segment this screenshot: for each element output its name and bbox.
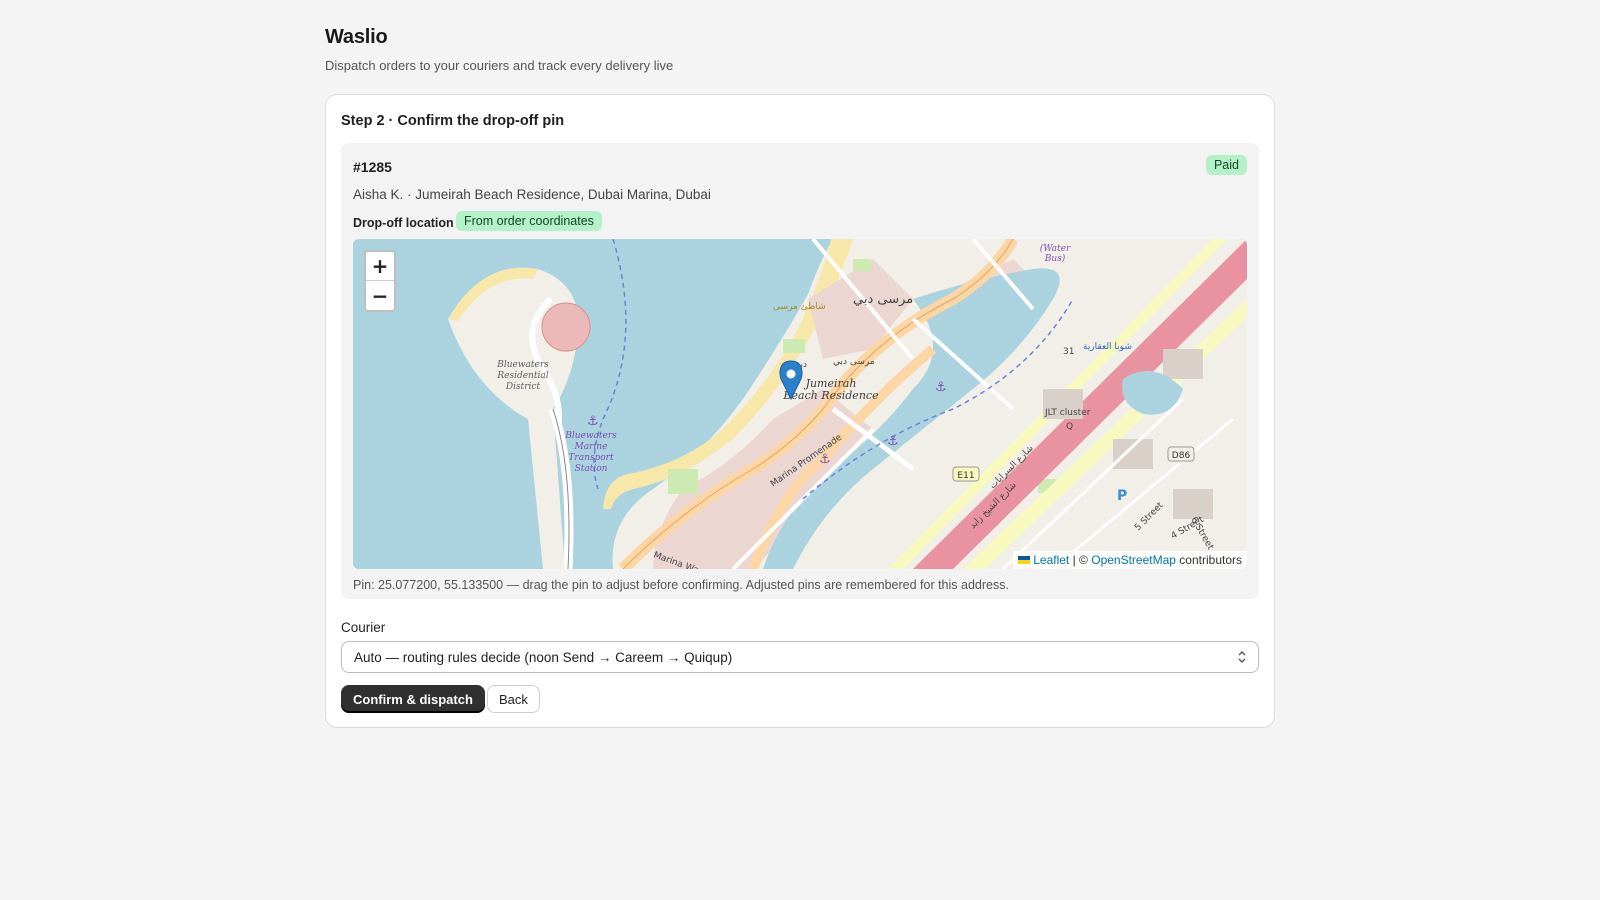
svg-text:مرسى دبي: مرسى دبي: [853, 292, 913, 307]
svg-text:D86: D86: [1172, 451, 1191, 461]
svg-text:Bus): Bus): [1044, 253, 1066, 264]
svg-text:Transport: Transport: [568, 453, 614, 463]
svg-text:Marine: Marine: [574, 442, 608, 452]
svg-text:⚓: ⚓: [887, 434, 899, 449]
status-badge: Paid: [1205, 155, 1247, 175]
zoom-out-button[interactable]: −: [366, 281, 394, 310]
svg-text:⚓: ⚓: [935, 380, 947, 395]
svg-text:Q: Q: [1066, 422, 1073, 432]
zoom-in-button[interactable]: +: [366, 252, 394, 281]
svg-text:Station: Station: [575, 464, 608, 474]
app-subtitle: Dispatch orders to your couriers and tra…: [325, 58, 674, 73]
app-title: Waslio: [325, 26, 388, 48]
parking-icon: P: [1117, 488, 1127, 504]
dispatch-card: Step 2 · Confirm the drop-off pin #1285 …: [325, 94, 1275, 728]
map-tiles[interactable]: Bluewaters Residential District Bluewate…: [353, 239, 1247, 569]
road-shield-e11: E11: [952, 466, 980, 482]
zoom-control: + −: [364, 250, 396, 312]
select-chevron-icon: [1238, 651, 1246, 663]
step-title: Step 2 · Confirm the drop-off pin: [341, 113, 565, 129]
leaflet-link[interactable]: Leaflet: [1033, 553, 1069, 567]
svg-text:31: 31: [1063, 347, 1074, 357]
svg-text:⚓: ⚓: [587, 414, 599, 429]
svg-text:شاطئ مرسى: شاطئ مرسى: [773, 302, 826, 312]
svg-text:Residential: Residential: [496, 371, 548, 381]
svg-text:⚓: ⚓: [819, 452, 831, 467]
svg-text:Bluewaters: Bluewaters: [496, 360, 549, 370]
dropoff-source-badge: From order coordinates: [456, 211, 602, 231]
map-attribution: Leaflet | © OpenStreetMap contributors: [1013, 551, 1247, 569]
courier-select[interactable]: Auto — routing rules decide (noon Send →…: [341, 641, 1259, 673]
svg-text:(Water: (Water: [1040, 243, 1071, 254]
svg-text:Bluewaters: Bluewaters: [564, 431, 617, 441]
courier-selected-value: Auto — routing rules decide (noon Send →…: [354, 649, 733, 665]
osm-link[interactable]: OpenStreetMap: [1091, 553, 1176, 567]
svg-text:E11: E11: [957, 471, 974, 481]
app-header: Waslio Dispatch orders to your couriers …: [325, 26, 673, 73]
svg-text:شوبا العقارية: شوبا العقارية: [1083, 342, 1132, 352]
svg-text:District: District: [505, 382, 541, 392]
svg-text:JLT cluster: JLT cluster: [1044, 408, 1091, 418]
attribution-separator: | ©: [1072, 553, 1088, 567]
courier-label: Courier: [341, 620, 386, 635]
road-shield-d86: D86: [1167, 446, 1195, 462]
dropoff-map[interactable]: Bluewaters Residential District Bluewate…: [353, 239, 1247, 569]
order-id: #1285: [353, 159, 392, 175]
order-summary: #1285 Paid Aisha K. · Jumeirah Beach Res…: [341, 143, 1259, 599]
dropoff-label: Drop-off location: [353, 216, 454, 230]
svg-text:مرسى دبي: مرسى دبي: [833, 357, 875, 367]
ukraine-flag-icon: [1018, 555, 1031, 564]
attribution-contributors: contributors: [1179, 553, 1242, 567]
pin-coordinates-hint: Pin: 25.077200, 55.133500 — drag the pin…: [353, 578, 1009, 592]
order-address: Aisha K. · Jumeirah Beach Residence, Dub…: [353, 187, 711, 202]
confirm-dispatch-button[interactable]: Confirm & dispatch: [341, 685, 485, 713]
svg-text:Beach Residence: Beach Residence: [782, 389, 879, 402]
back-button[interactable]: Back: [487, 685, 540, 713]
